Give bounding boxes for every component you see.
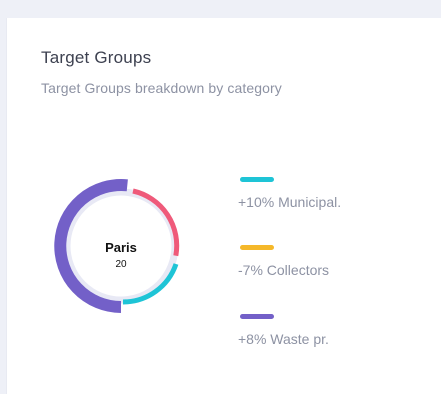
card-title: Target Groups — [41, 48, 152, 67]
card-subtitle: Target Groups breakdown by category — [41, 80, 282, 96]
legend-label: +10% Municipal. — [238, 194, 342, 210]
donut-center-value: 20 — [115, 259, 127, 270]
donut-center-label: Paris — [105, 240, 137, 255]
yellow-bar-swatch-icon — [240, 245, 274, 250]
purple-bar-swatch-icon — [240, 314, 274, 319]
cyan-bar-swatch-icon — [240, 177, 274, 182]
legend-label: +8% Waste pr. — [238, 331, 329, 347]
legend-label: -7% Collectors — [238, 262, 330, 278]
target-groups-donut-chart: Paris 20 — [51, 176, 191, 316]
